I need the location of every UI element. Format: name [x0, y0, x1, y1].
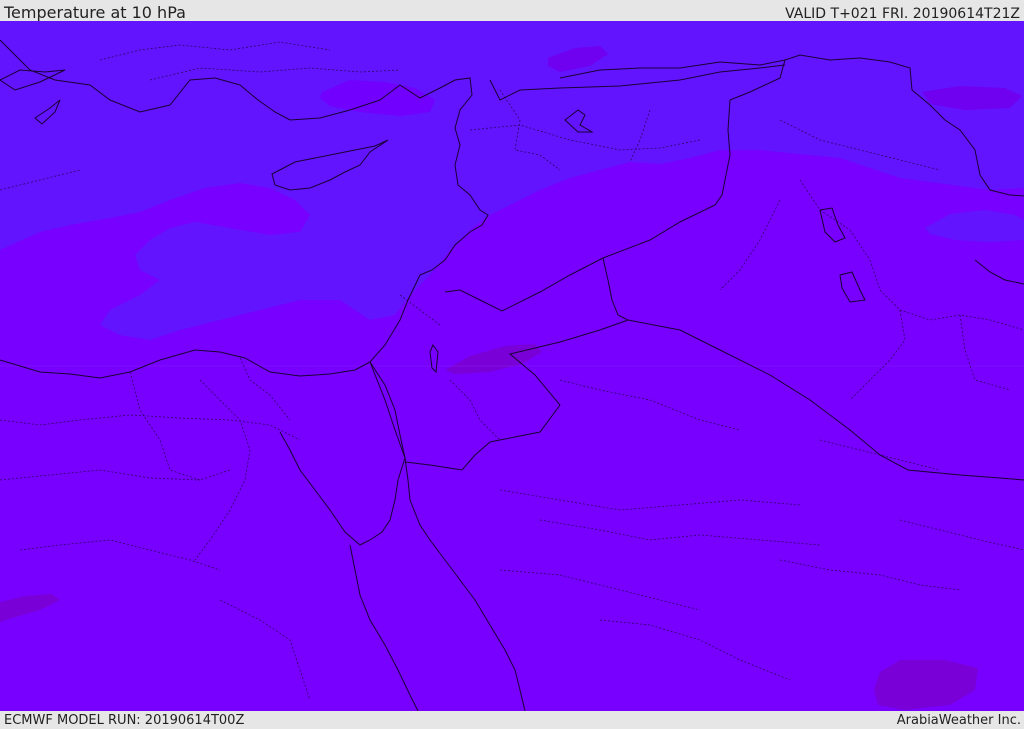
header-bar: Temperature at 10 hPa VALID T+021 FRI. 2…	[0, 0, 1024, 22]
model-run-label: ECMWF MODEL RUN: 20190614T00Z	[4, 713, 245, 728]
map-canvas	[0, 21, 1024, 711]
credit-label: ArabiaWeather Inc.	[896, 713, 1021, 728]
weather-map[interactable]	[0, 21, 1024, 711]
footer-bar: ECMWF MODEL RUN: 20190614T00Z ArabiaWeat…	[0, 711, 1024, 729]
valid-time: VALID T+021 FRI. 20190614T21Z	[785, 6, 1020, 22]
map-title: Temperature at 10 hPa	[4, 3, 186, 22]
